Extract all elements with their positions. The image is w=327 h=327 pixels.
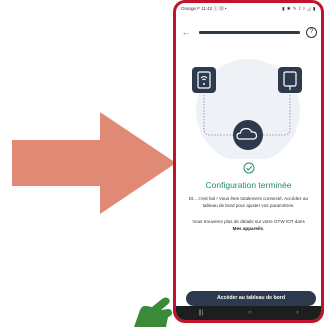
progress-fill <box>199 30 300 34</box>
back-arrow-icon[interactable]: ← <box>179 27 193 37</box>
status-right: ▮ ✱ ✎ ⟟ ▿ ◿ ▮ <box>282 6 316 11</box>
connection-illustration <box>192 59 302 159</box>
top-bar: ← ? <box>176 25 321 39</box>
device-icon <box>278 67 302 93</box>
my-devices-link[interactable]: Mes appareils <box>233 226 263 231</box>
phone-screen: Orange F 11:42 ⓘ ▦ • ▮ ✱ ✎ ⟟ ▿ ◿ ▮ ← ? C… <box>176 3 321 320</box>
check-circle-icon <box>243 162 254 174</box>
router-icon <box>192 67 216 93</box>
help-button[interactable]: ? <box>306 26 317 38</box>
details-prefix: Vous trouverez plus de détails sur votre… <box>192 219 305 224</box>
android-nav-bar: ||| ○ ‹ <box>176 306 321 320</box>
success-status <box>176 162 321 174</box>
phone-frame: Orange F 11:42 ⓘ ▦ • ▮ ✱ ✎ ⟟ ▿ ◿ ▮ ← ? C… <box>173 0 324 323</box>
recent-apps-icon[interactable]: ||| <box>198 310 203 316</box>
home-icon[interactable]: ○ <box>248 310 252 316</box>
page-title: Configuration terminée <box>205 180 292 190</box>
dashboard-button[interactable]: Accéder au tableau de bord <box>186 291 316 306</box>
cloud-icon <box>233 120 263 150</box>
pointing-hand-icon <box>134 297 172 327</box>
details-text: Vous trouverez plus de détails sur votre… <box>182 219 315 232</box>
status-left: Orange F 11:42 ⓘ ▦ • <box>181 6 227 11</box>
details-suffix: . <box>263 225 265 231</box>
progress-bar <box>199 30 300 34</box>
nav-back-icon[interactable]: ‹ <box>297 310 299 316</box>
screenshot: Orange F 11:42 ⓘ ▦ • ▮ ✱ ✎ ⟟ ▿ ◿ ▮ ← ? C… <box>0 0 327 327</box>
pointer-arrow-icon <box>12 112 176 214</box>
status-bar: Orange F 11:42 ⓘ ▦ • ▮ ✱ ✎ ⟟ ▿ ◿ ▮ <box>176 3 321 15</box>
intro-text: Et... c'est fait ! Vous êtes totalement … <box>188 196 309 208</box>
